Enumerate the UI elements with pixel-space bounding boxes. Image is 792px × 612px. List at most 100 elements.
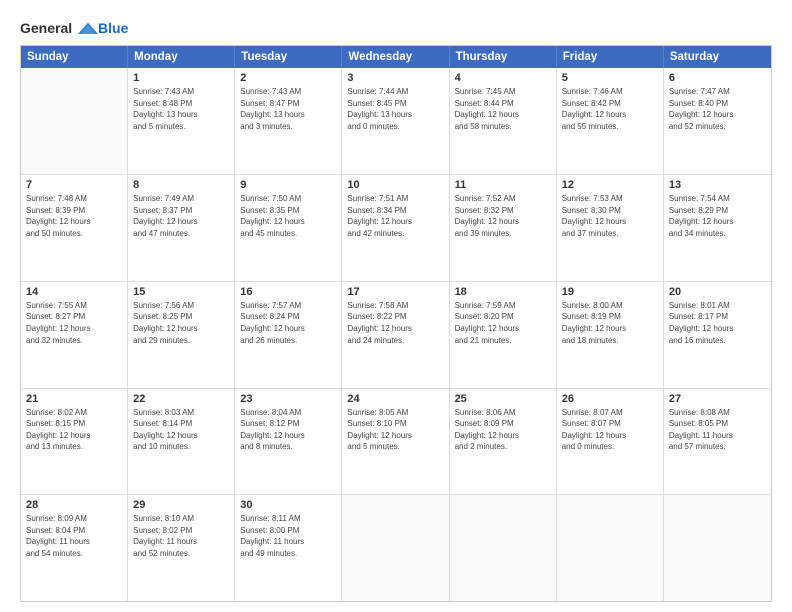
day-number: 13	[669, 179, 766, 191]
day-info: Sunrise: 7:46 AM Sunset: 8:42 PM Dayligh…	[562, 86, 658, 132]
day-info: Sunrise: 8:09 AM Sunset: 8:04 PM Dayligh…	[26, 513, 122, 559]
day-number: 12	[562, 179, 658, 191]
day-info: Sunrise: 8:02 AM Sunset: 8:15 PM Dayligh…	[26, 407, 122, 453]
weekday-header-wednesday: Wednesday	[342, 46, 449, 68]
day-info: Sunrise: 8:01 AM Sunset: 8:17 PM Dayligh…	[669, 300, 766, 346]
day-cell-5: 5 Sunrise: 7:46 AM Sunset: 8:42 PM Daylig…	[557, 68, 664, 174]
day-cell-24: 24 Sunrise: 8:05 AM Sunset: 8:10 PM Dayli…	[342, 389, 449, 495]
day-cell-4: 4 Sunrise: 7:45 AM Sunset: 8:44 PM Daylig…	[450, 68, 557, 174]
day-number: 8	[133, 179, 229, 191]
weekday-header-tuesday: Tuesday	[235, 46, 342, 68]
weekday-header-monday: Monday	[128, 46, 235, 68]
day-cell-14: 14Sunrise: 7:55 AM Sunset: 8:27 PM Dayli…	[21, 282, 128, 388]
day-number: 19	[562, 286, 658, 298]
day-number: 9	[240, 179, 336, 191]
day-cell-11: 11 Sunrise: 7:52 AM Sunset: 8:32 PM Dayli…	[450, 175, 557, 281]
day-cell-9: 9 Sunrise: 7:50 AM Sunset: 8:35 PM Daylig…	[235, 175, 342, 281]
day-cell-7: 7 Sunrise: 7:48 AM Sunset: 8:39 PM Daylig…	[21, 175, 128, 281]
day-number: 23	[240, 393, 336, 405]
day-number: 4	[455, 72, 551, 84]
calendar: SundayMondayTuesdayWednesdayThursdayFrid…	[20, 45, 772, 602]
day-number: 28	[26, 499, 122, 511]
day-cell-12: 12 Sunrise: 7:53 AM Sunset: 8:30 PM Dayli…	[557, 175, 664, 281]
day-cell-15: 15Sunrise: 7:56 AM Sunset: 8:25 PM Dayli…	[128, 282, 235, 388]
empty-cell-0-0	[21, 68, 128, 174]
day-info: Sunrise: 8:03 AM Sunset: 8:14 PM Dayligh…	[133, 407, 229, 453]
day-info: Sunrise: 7:43 AM Sunset: 8:48 PM Dayligh…	[133, 86, 229, 132]
day-number: 10	[347, 179, 443, 191]
day-cell-16: 16 Sunrise: 7:57 AM Sunset: 8:24 PM Dayli…	[235, 282, 342, 388]
empty-cell-4-4	[450, 495, 557, 601]
empty-cell-4-3	[342, 495, 449, 601]
day-cell-10: 10 Sunrise: 7:51 AM Sunset: 8:34 PM Dayli…	[342, 175, 449, 281]
day-info: Sunrise: 8:00 AM Sunset: 8:19 PM Dayligh…	[562, 300, 658, 346]
calendar-header: SundayMondayTuesdayWednesdayThursdayFrid…	[21, 46, 771, 68]
weekday-header-thursday: Thursday	[450, 46, 557, 68]
day-info: Sunrise: 8:11 AM Sunset: 8:00 PM Dayligh…	[240, 513, 336, 559]
day-number: 3	[347, 72, 443, 84]
day-number: 15	[133, 286, 229, 298]
calendar-row-2: 7 Sunrise: 7:48 AM Sunset: 8:39 PM Daylig…	[21, 174, 771, 281]
day-number: 14	[26, 286, 122, 298]
day-info: Sunrise: 7:44 AM Sunset: 8:45 PM Dayligh…	[347, 86, 443, 132]
day-cell-6: 6Sunrise: 7:47 AM Sunset: 8:40 PM Daylig…	[664, 68, 771, 174]
day-number: 5	[562, 72, 658, 84]
day-cell-21: 21 Sunrise: 8:02 AM Sunset: 8:15 PM Dayli…	[21, 389, 128, 495]
day-cell-28: 28 Sunrise: 8:09 AM Sunset: 8:04 PM Dayli…	[21, 495, 128, 601]
day-number: 21	[26, 393, 122, 405]
calendar-row-4: 21 Sunrise: 8:02 AM Sunset: 8:15 PM Dayli…	[21, 388, 771, 495]
day-cell-25: 25Sunrise: 8:06 AM Sunset: 8:09 PM Dayli…	[450, 389, 557, 495]
day-number: 18	[455, 286, 551, 298]
day-info: Sunrise: 8:06 AM Sunset: 8:09 PM Dayligh…	[455, 407, 551, 453]
weekday-header-sunday: Sunday	[21, 46, 128, 68]
day-info: Sunrise: 7:43 AM Sunset: 8:47 PM Dayligh…	[240, 86, 336, 132]
logo: General Blue	[20, 20, 128, 37]
day-cell-22: 22Sunrise: 8:03 AM Sunset: 8:14 PM Dayli…	[128, 389, 235, 495]
day-info: Sunrise: 7:59 AM Sunset: 8:20 PM Dayligh…	[455, 300, 551, 346]
day-info: Sunrise: 7:50 AM Sunset: 8:35 PM Dayligh…	[240, 193, 336, 239]
day-info: Sunrise: 7:45 AM Sunset: 8:44 PM Dayligh…	[455, 86, 551, 132]
day-cell-30: 30 Sunrise: 8:11 AM Sunset: 8:00 PM Dayli…	[235, 495, 342, 601]
calendar-row-3: 14Sunrise: 7:55 AM Sunset: 8:27 PM Dayli…	[21, 281, 771, 388]
weekday-header-saturday: Saturday	[664, 46, 771, 68]
day-info: Sunrise: 8:08 AM Sunset: 8:05 PM Dayligh…	[669, 407, 766, 453]
day-number: 24	[347, 393, 443, 405]
calendar-body: 1 Sunrise: 7:43 AM Sunset: 8:48 PM Daylig…	[21, 68, 771, 601]
day-number: 11	[455, 179, 551, 191]
day-info: Sunrise: 7:52 AM Sunset: 8:32 PM Dayligh…	[455, 193, 551, 239]
day-cell-13: 13 Sunrise: 7:54 AM Sunset: 8:29 PM Dayli…	[664, 175, 771, 281]
day-info: Sunrise: 8:10 AM Sunset: 8:02 PM Dayligh…	[133, 513, 229, 559]
day-cell-18: 18 Sunrise: 7:59 AM Sunset: 8:20 PM Dayli…	[450, 282, 557, 388]
day-info: Sunrise: 7:57 AM Sunset: 8:24 PM Dayligh…	[240, 300, 336, 346]
day-info: Sunrise: 8:05 AM Sunset: 8:10 PM Dayligh…	[347, 407, 443, 453]
empty-cell-4-5	[557, 495, 664, 601]
day-cell-27: 27 Sunrise: 8:08 AM Sunset: 8:05 PM Dayli…	[664, 389, 771, 495]
day-cell-20: 20 Sunrise: 8:01 AM Sunset: 8:17 PM Dayli…	[664, 282, 771, 388]
day-cell-1: 1 Sunrise: 7:43 AM Sunset: 8:48 PM Daylig…	[128, 68, 235, 174]
day-cell-23: 23 Sunrise: 8:04 AM Sunset: 8:12 PM Dayli…	[235, 389, 342, 495]
day-number: 1	[133, 72, 229, 84]
day-cell-2: 2 Sunrise: 7:43 AM Sunset: 8:47 PM Daylig…	[235, 68, 342, 174]
day-cell-8: 8Sunrise: 7:49 AM Sunset: 8:37 PM Daylig…	[128, 175, 235, 281]
day-info: Sunrise: 7:58 AM Sunset: 8:22 PM Dayligh…	[347, 300, 443, 346]
calendar-row-1: 1 Sunrise: 7:43 AM Sunset: 8:48 PM Daylig…	[21, 68, 771, 174]
empty-cell-4-6	[664, 495, 771, 601]
day-number: 30	[240, 499, 336, 511]
day-info: Sunrise: 7:51 AM Sunset: 8:34 PM Dayligh…	[347, 193, 443, 239]
day-number: 20	[669, 286, 766, 298]
day-number: 29	[133, 499, 229, 511]
day-number: 16	[240, 286, 336, 298]
day-number: 26	[562, 393, 658, 405]
day-info: Sunrise: 7:48 AM Sunset: 8:39 PM Dayligh…	[26, 193, 122, 239]
calendar-row-5: 28 Sunrise: 8:09 AM Sunset: 8:04 PM Dayli…	[21, 494, 771, 601]
day-info: Sunrise: 8:07 AM Sunset: 8:07 PM Dayligh…	[562, 407, 658, 453]
day-info: Sunrise: 7:53 AM Sunset: 8:30 PM Dayligh…	[562, 193, 658, 239]
day-info: Sunrise: 8:04 AM Sunset: 8:12 PM Dayligh…	[240, 407, 336, 453]
day-number: 7	[26, 179, 122, 191]
day-number: 2	[240, 72, 336, 84]
day-cell-26: 26 Sunrise: 8:07 AM Sunset: 8:07 PM Dayli…	[557, 389, 664, 495]
day-number: 27	[669, 393, 766, 405]
weekday-header-friday: Friday	[557, 46, 664, 68]
day-info: Sunrise: 7:54 AM Sunset: 8:29 PM Dayligh…	[669, 193, 766, 239]
day-info: Sunrise: 7:47 AM Sunset: 8:40 PM Dayligh…	[669, 86, 766, 132]
